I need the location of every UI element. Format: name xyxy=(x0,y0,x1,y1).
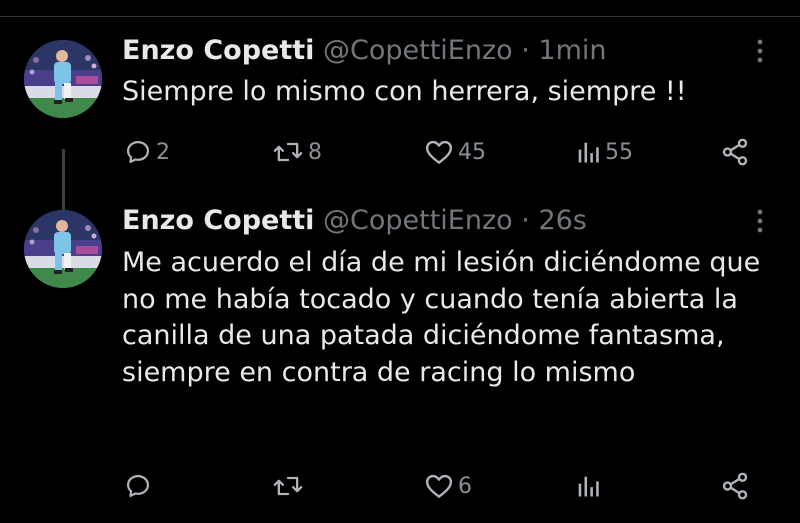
like-count: 6 xyxy=(458,473,472,499)
share-button[interactable] xyxy=(720,132,750,172)
reply-count: 2 xyxy=(156,139,170,165)
heart-icon xyxy=(425,140,453,164)
share-icon xyxy=(722,472,748,500)
retweet-icon xyxy=(273,142,303,162)
views-button[interactable] xyxy=(575,466,605,506)
views-button[interactable]: 55 xyxy=(575,132,633,172)
like-button[interactable]: 45 xyxy=(424,132,486,172)
action-bar: 2 8 45 55 xyxy=(0,132,800,172)
retweet-button[interactable] xyxy=(272,466,308,506)
reply-button[interactable]: 2 xyxy=(124,132,170,172)
display-name[interactable]: Enzo Copetti xyxy=(122,35,314,66)
retweet-icon xyxy=(273,476,303,496)
tweet-text: Siempre lo mismo con herrera, siempre !! xyxy=(122,76,687,107)
tweet[interactable]: Enzo Copetti @CopettiEnzo · 26s Me acuer… xyxy=(0,198,800,523)
avatar[interactable] xyxy=(24,210,102,288)
like-count: 45 xyxy=(458,139,486,165)
timestamp[interactable]: 26s xyxy=(538,205,586,236)
share-icon xyxy=(722,138,748,166)
share-button[interactable] xyxy=(720,466,750,506)
separator-dot: · xyxy=(521,35,530,66)
avatar[interactable] xyxy=(24,40,102,118)
separator-dot: · xyxy=(521,205,530,236)
views-count: 55 xyxy=(605,139,633,165)
reply-icon xyxy=(126,474,150,498)
retweet-count: 8 xyxy=(308,139,322,165)
like-button[interactable]: 6 xyxy=(424,466,472,506)
more-options-icon[interactable] xyxy=(756,208,764,234)
reply-icon xyxy=(126,140,150,164)
reply-button[interactable] xyxy=(124,466,156,506)
handle[interactable]: @CopettiEnzo xyxy=(323,35,513,66)
player-avatar-photo-icon xyxy=(24,40,102,118)
retweet-button[interactable]: 8 xyxy=(272,132,322,172)
tweet-text: Me acuerdo el día de mi lesión diciéndom… xyxy=(122,247,761,388)
views-chart-icon xyxy=(578,142,599,163)
action-bar: 6 xyxy=(0,466,800,506)
display-name[interactable]: Enzo Copetti xyxy=(122,205,314,236)
handle[interactable]: @CopettiEnzo xyxy=(323,205,513,236)
views-chart-icon xyxy=(578,476,599,497)
tweet-header: Enzo Copetti @CopettiEnzo · 1min xyxy=(122,34,607,68)
heart-icon xyxy=(425,474,453,498)
player-avatar-photo-icon xyxy=(24,210,102,288)
tweet[interactable]: Enzo Copetti @CopettiEnzo · 1min Siempre… xyxy=(0,28,800,233)
top-divider xyxy=(0,16,800,17)
more-options-icon[interactable] xyxy=(756,38,764,64)
tweet-header: Enzo Copetti @CopettiEnzo · 26s xyxy=(122,204,587,238)
timestamp[interactable]: 1min xyxy=(538,35,606,66)
